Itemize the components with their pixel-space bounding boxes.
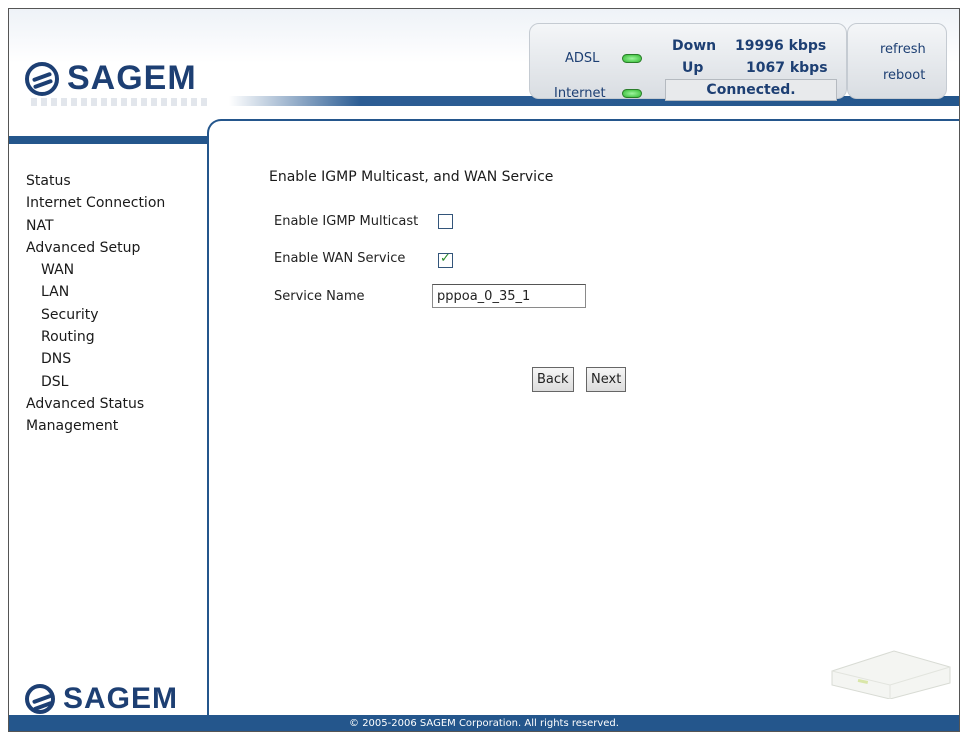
service-name-label: Service Name bbox=[274, 289, 365, 304]
igmp-multicast-checkbox[interactable] bbox=[438, 214, 453, 229]
sidebar: Status Internet Connection NAT Advanced … bbox=[9, 144, 207, 714]
sidebar-item-management[interactable]: Management bbox=[26, 415, 165, 437]
wan-service-label: Enable WAN Service bbox=[274, 251, 406, 266]
adsl-led-icon bbox=[622, 54, 642, 63]
sidebar-item-routing[interactable]: Routing bbox=[26, 326, 165, 348]
sidebar-item-advanced-status[interactable]: Advanced Status bbox=[26, 393, 165, 415]
sidebar-item-security[interactable]: Security bbox=[26, 304, 165, 326]
actions-panel: refresh reboot bbox=[847, 23, 947, 99]
down-rate: 19996 kbps bbox=[735, 38, 827, 54]
page-frame: SAGEM ADSL Internet Down 19996 kbps Up 1… bbox=[8, 8, 960, 732]
igmp-multicast-label: Enable IGMP Multicast bbox=[274, 214, 419, 229]
internet-led-icon bbox=[622, 89, 642, 98]
back-button[interactable]: Back bbox=[532, 367, 574, 392]
footer: © 2005-2006 SAGEM Corporation. All right… bbox=[9, 715, 959, 731]
connection-status: Connected. bbox=[665, 79, 837, 101]
refresh-link[interactable]: refresh bbox=[880, 42, 926, 57]
sidebar-item-status[interactable]: Status bbox=[26, 170, 165, 192]
service-name-input[interactable] bbox=[432, 284, 586, 308]
up-label: Up bbox=[682, 60, 704, 76]
main-content: Enable IGMP Multicast, and WAN Service E… bbox=[207, 119, 959, 715]
logo-text: SAGEM bbox=[67, 59, 197, 97]
connection-status-panel: ADSL Internet Down 19996 kbps Up 1067 kb… bbox=[529, 23, 847, 101]
sagem-logo-footer: SAGEM bbox=[25, 682, 178, 716]
wan-service-checkbox[interactable] bbox=[438, 251, 453, 268]
reboot-link[interactable]: reboot bbox=[883, 68, 925, 83]
router-device-image bbox=[831, 650, 951, 699]
sidebar-item-dns[interactable]: DNS bbox=[26, 348, 165, 370]
page-title: Enable IGMP Multicast, and WAN Service bbox=[269, 169, 554, 185]
sagem-logo: SAGEM bbox=[25, 59, 197, 98]
sidebar-item-wan[interactable]: WAN bbox=[26, 259, 165, 281]
sagem-logo-icon bbox=[25, 61, 59, 96]
up-rate: 1067 kbps bbox=[746, 60, 828, 76]
sidebar-item-dsl[interactable]: DSL bbox=[26, 371, 165, 393]
sidebar-top-bar bbox=[9, 136, 207, 144]
sidebar-item-internet-connection[interactable]: Internet Connection bbox=[26, 192, 165, 214]
sidebar-item-nat[interactable]: NAT bbox=[26, 215, 165, 237]
sidebar-nav: Status Internet Connection NAT Advanced … bbox=[26, 170, 165, 438]
sidebar-item-advanced-setup[interactable]: Advanced Setup bbox=[26, 237, 165, 259]
adsl-label: ADSL bbox=[565, 51, 600, 66]
next-button[interactable]: Next bbox=[586, 367, 627, 392]
internet-label: Internet bbox=[554, 86, 606, 101]
sidebar-item-lan[interactable]: LAN bbox=[26, 281, 165, 303]
logo-text-bottom: SAGEM bbox=[63, 682, 179, 715]
down-label: Down bbox=[672, 38, 717, 54]
logo-reflection bbox=[31, 98, 211, 106]
sagem-logo-icon bbox=[25, 684, 55, 714]
